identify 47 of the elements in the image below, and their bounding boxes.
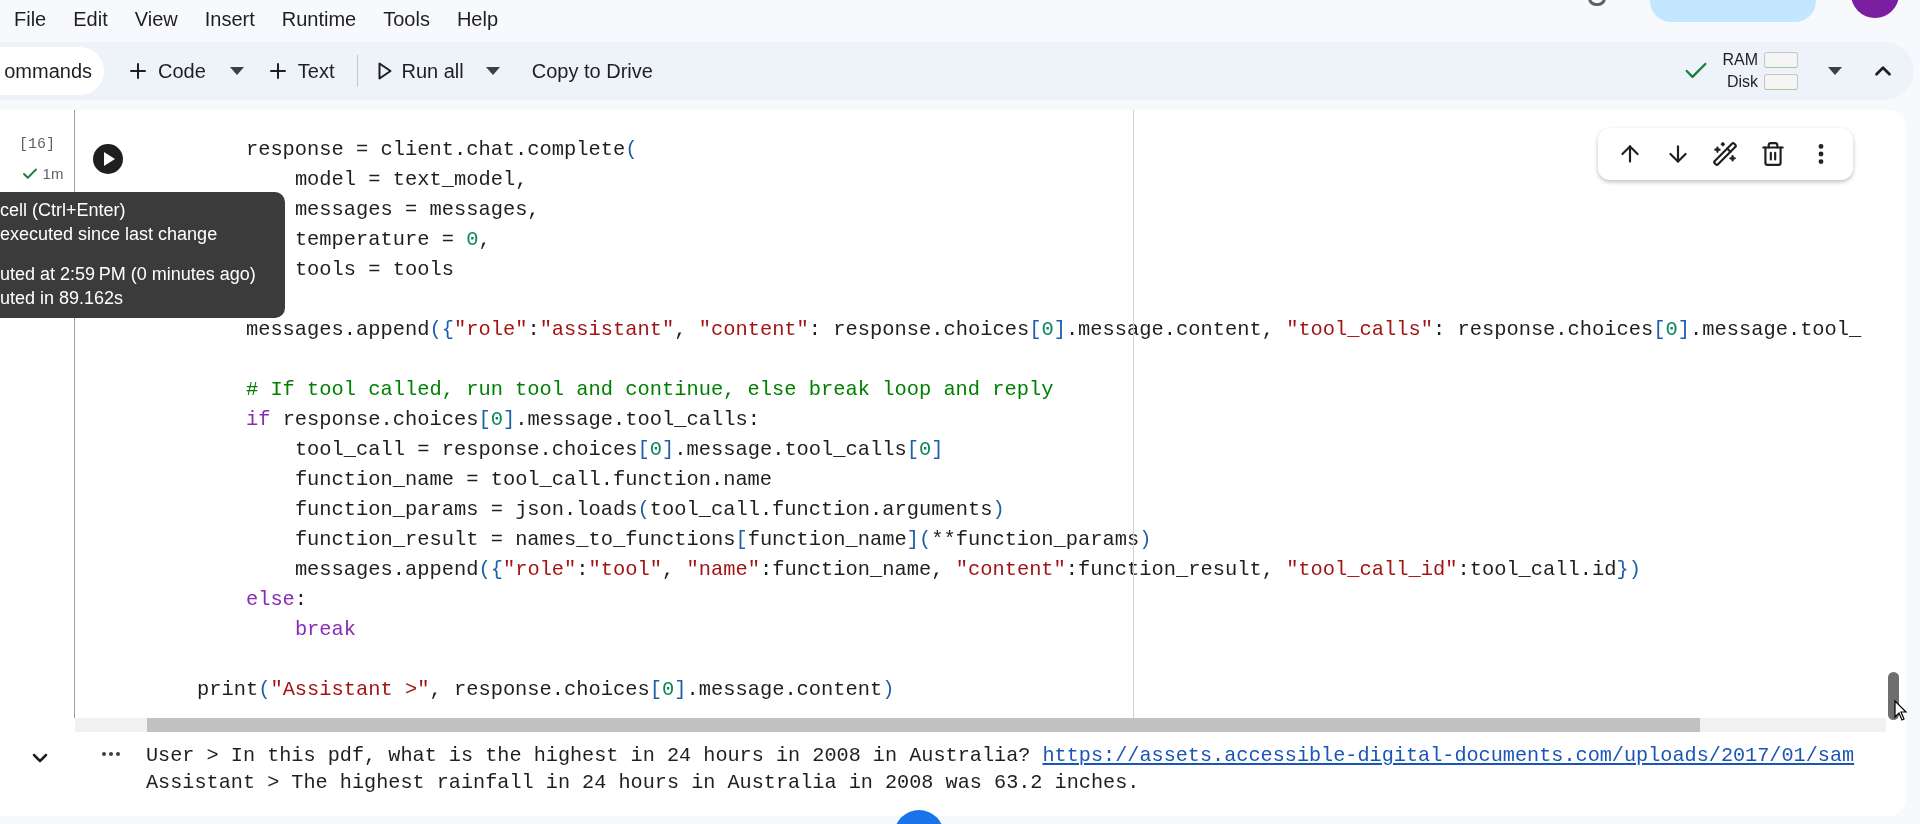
tooltip-text: uted in 89.162s (0, 287, 125, 310)
copy-to-drive-button[interactable]: Copy to Drive (531, 56, 653, 86)
code-line: else: (245, 587, 308, 613)
tooltip-text: executed since last change (0, 223, 219, 246)
code-line: temperature = 0, (294, 227, 491, 253)
code-line: messages = messages, (294, 197, 540, 223)
play-icon (377, 62, 392, 80)
menu-item[interactable]: Tools (383, 4, 430, 34)
menu-item[interactable]: Help (456, 4, 499, 34)
menu-item[interactable]: Insert (204, 4, 255, 34)
delete-icon[interactable] (1760, 141, 1787, 167)
code-line: tool_call = response.choices[0].message.tool_calls[0] (294, 437, 944, 463)
code-line: function_name = tool_call.function.name (294, 467, 773, 493)
tooltip-text: uted at 2:59 PM (0 minutes ago) (0, 263, 257, 286)
code-line: response = client.chat.complete( (245, 137, 638, 163)
code-line: function_result = names_to_functions[function_name](**function_params) (294, 527, 1152, 553)
output-link[interactable]: https://assets.accessible-digital-documents.com/uploads/2017/01/sam (1042, 742, 1855, 769)
output-line: User > In this pdf, what is the highest in 24 hours in 2008 in Australia? (146, 743, 1032, 769)
tooltip-text: cell (Ctrl+Enter) (0, 199, 127, 222)
code-line: messages.append({"role":"tool", "name":function_name, "content":function_result, "tool_call_id":tool_call.id}) (294, 557, 1641, 583)
run-cell-button[interactable] (93, 144, 123, 174)
execution-count: [16] (19, 135, 55, 155)
code-line: print("Assistant >", response.choices[0].message.content) (196, 677, 895, 703)
disk-label: Disk (1725, 72, 1758, 92)
code-line: tools = tools (294, 257, 454, 283)
menu-item[interactable]: Edit (73, 4, 108, 34)
elapsed-time: 1m (42, 163, 64, 184)
code-line: model = text_model, (294, 167, 528, 193)
menu-item[interactable]: Runtime (281, 4, 357, 34)
ram-meter (1764, 52, 1798, 68)
code-line: function_params = json.loads(tool_call.function.arguments) (294, 497, 1005, 523)
horizontal-scrollbar[interactable] (147, 718, 1700, 732)
run-all-button[interactable]: Run all (377, 56, 464, 86)
code-comment: # If tool called, run tool and continue, else break loop and reply (245, 377, 1054, 403)
code-line: messages.append({"role":"assistant", "content": response.choices[0].message.content, "tool_calls": response.choices[0].message.tool_ (245, 317, 1862, 343)
caret-icon (1828, 67, 1842, 75)
code-line: if response.choices[0].message.tool_calls: (245, 407, 760, 433)
menu-item[interactable]: File (14, 4, 47, 34)
ram-label: RAM (1722, 50, 1758, 70)
add-button[interactable]: Code (124, 56, 208, 86)
output-line: Assistant > The highest rainfall in 24 hours in Australia in 2008 was 63.2 inches. (146, 770, 1140, 796)
command-palette-button[interactable]: ommands (0, 47, 104, 95)
code-line: break (294, 617, 357, 643)
disk-meter (1764, 74, 1798, 90)
add-button[interactable]: Text (263, 56, 337, 86)
magic-wand-icon[interactable] (1712, 141, 1739, 167)
menu-item[interactable]: View (134, 4, 178, 34)
